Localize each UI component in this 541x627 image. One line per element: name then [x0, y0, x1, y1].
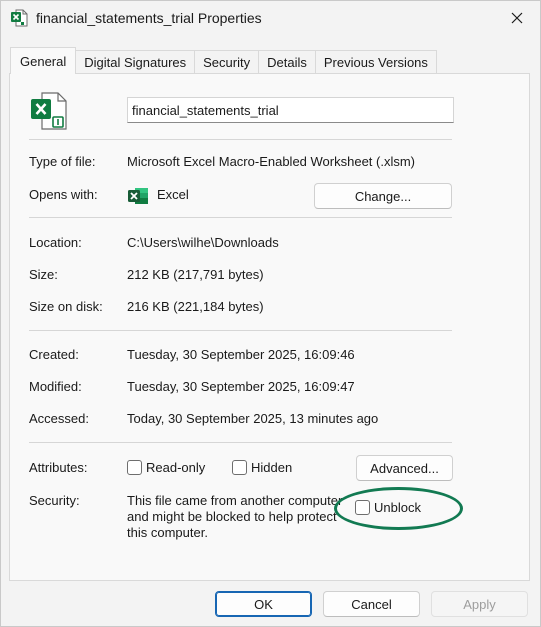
size-on-disk-label: Size on disk: — [29, 299, 103, 314]
hidden-label: Hidden — [251, 460, 293, 475]
created-value: Tuesday, 30 September 2025, 16:09:46 — [127, 347, 355, 362]
accessed-label: Accessed: — [29, 411, 89, 426]
general-panel: Type of file: Microsoft Excel Macro-Enab… — [9, 73, 530, 581]
security-message: This file came from another computer and… — [127, 493, 353, 541]
created-label: Created: — [29, 347, 79, 362]
excel-file-icon — [11, 9, 28, 27]
read-only-check-box[interactable] — [127, 460, 142, 475]
cancel-button[interactable]: Cancel — [323, 591, 420, 617]
excel-macro-file-icon — [31, 92, 67, 130]
apply-button[interactable]: Apply — [431, 591, 528, 617]
location-label: Location: — [29, 235, 82, 250]
divider — [29, 139, 452, 140]
close-button[interactable] — [494, 1, 540, 35]
divider — [29, 442, 452, 443]
type-label: Type of file: — [29, 154, 96, 169]
security-message-line: and might be blocked to help protect — [127, 509, 337, 524]
opens-with-label: Opens with: — [29, 187, 98, 202]
tab-general[interactable]: General — [10, 47, 77, 74]
opens-with-value: Excel — [157, 187, 189, 202]
advanced-button[interactable]: Advanced... — [356, 455, 453, 481]
modified-label: Modified: — [29, 379, 82, 394]
title-bar: financial_statements_trial Properties — [1, 1, 540, 35]
accessed-value: Today, 30 September 2025, 13 minutes ago — [127, 411, 379, 426]
modified-value: Tuesday, 30 September 2025, 16:09:47 — [127, 379, 355, 394]
properties-dialog: financial_statements_trial Properties Ge… — [0, 0, 541, 627]
security-label: Security: — [29, 493, 80, 508]
hidden-checkbox[interactable]: Hidden — [232, 460, 292, 475]
window-title: financial_statements_trial Properties — [36, 10, 262, 26]
tab-strip: General Digital Signatures Security Deta… — [10, 47, 437, 74]
hidden-check-box[interactable] — [232, 460, 247, 475]
file-name-input[interactable] — [127, 97, 454, 123]
tab-details[interactable]: Details — [259, 50, 316, 74]
tab-previous-versions[interactable]: Previous Versions — [315, 50, 437, 74]
read-only-checkbox[interactable]: Read-only — [127, 460, 205, 475]
excel-app-icon — [128, 188, 148, 204]
tab-digital-signatures[interactable]: Digital Signatures — [76, 50, 196, 74]
read-only-label: Read-only — [146, 460, 206, 475]
size-on-disk-value: 216 KB (221,184 bytes) — [127, 299, 264, 314]
location-value: C:\Users\wilhe\Downloads — [127, 235, 279, 250]
divider — [29, 217, 452, 218]
divider — [29, 330, 452, 331]
highlight-ring — [334, 487, 463, 530]
attributes-label: Attributes: — [29, 460, 88, 475]
size-value: 212 KB (217,791 bytes) — [127, 267, 264, 282]
type-value: Microsoft Excel Macro-Enabled Worksheet … — [127, 154, 416, 169]
security-message-line: this computer. — [127, 525, 208, 540]
size-label: Size: — [29, 267, 58, 282]
change-button[interactable]: Change... — [314, 183, 452, 209]
tab-security[interactable]: Security — [195, 50, 260, 74]
security-message-line: This file came from another computer — [127, 493, 343, 508]
ok-button[interactable]: OK — [215, 591, 312, 617]
close-icon — [511, 12, 523, 24]
